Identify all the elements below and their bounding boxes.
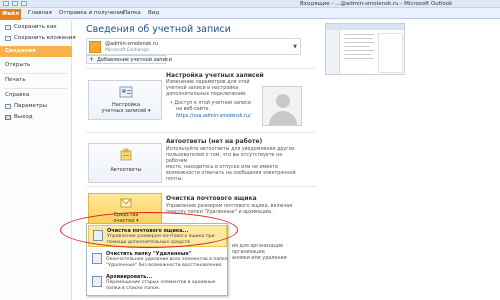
auto-replies-button[interactable]: Автоответы bbox=[88, 143, 162, 183]
account-settings-button[interactable]: Настройка учетных записей ▾ bbox=[88, 80, 162, 120]
preview-line bbox=[344, 46, 370, 47]
page-title: Сведения об учетной записи bbox=[86, 24, 231, 35]
nav-help[interactable]: Справка bbox=[0, 90, 72, 101]
account-email: @admin-smolensk.ru bbox=[105, 41, 158, 47]
preview-line bbox=[344, 54, 371, 55]
auto-replies-desc: Используйте автоответы для уведомления д… bbox=[166, 147, 296, 182]
nav-divider bbox=[4, 73, 68, 74]
avatar-body bbox=[269, 111, 297, 125]
preview-line bbox=[344, 42, 374, 43]
preview-line bbox=[344, 38, 372, 39]
nav-print[interactable]: Печать bbox=[0, 75, 72, 86]
nav-open[interactable]: Открыть bbox=[0, 60, 72, 71]
options-icon bbox=[5, 104, 11, 109]
nav-label: Параметры bbox=[14, 103, 47, 109]
tab-folder[interactable]: Папка bbox=[123, 10, 141, 16]
cleanup-title: Очистка почтового ящика bbox=[166, 195, 257, 202]
owa-link[interactable]: https://sva.admin-smolensk.ru/ bbox=[176, 114, 251, 119]
save-as-icon bbox=[5, 25, 11, 30]
outlook-icon bbox=[3, 1, 9, 6]
auto-replies-icon bbox=[120, 148, 132, 161]
auto-replies-title: Автоответы (нет на работе) bbox=[166, 138, 263, 145]
window-title: Входящие - ...@admin-smolensk.ru - Micro… bbox=[300, 1, 453, 7]
section-divider bbox=[86, 186, 316, 187]
preview-line bbox=[344, 58, 374, 59]
undo-icon[interactable] bbox=[21, 1, 27, 6]
section-divider bbox=[86, 132, 316, 133]
archive-icon bbox=[92, 276, 102, 287]
nav-options[interactable]: Параметры bbox=[0, 101, 72, 112]
cleanup-tools-icon bbox=[120, 198, 132, 208]
account-type: Microsoft Exchange bbox=[105, 48, 149, 53]
attachments-icon bbox=[5, 36, 11, 41]
section-divider bbox=[86, 68, 316, 69]
add-account-button[interactable]: + Добавление учетной записи bbox=[86, 55, 172, 64]
preview-folder-pane bbox=[326, 30, 340, 74]
nav-divider bbox=[4, 88, 68, 89]
account-settings-label: Настройка учетных записей ▾ bbox=[101, 102, 151, 114]
nav-label: Сохранить вложения bbox=[14, 35, 76, 41]
exit-icon bbox=[5, 115, 11, 120]
nav-label: Сохранить как bbox=[14, 24, 57, 30]
avatar-head bbox=[276, 94, 290, 108]
menu-item-desc: Окончательное удаление всех элементов в … bbox=[106, 257, 228, 268]
nav-save-as[interactable]: Сохранить как bbox=[0, 22, 72, 33]
tab-send-receive[interactable]: Отправка и получение bbox=[59, 10, 125, 16]
account-settings-icon bbox=[119, 86, 133, 98]
nav-info[interactable]: Сведения bbox=[0, 46, 72, 57]
avatar[interactable] bbox=[262, 86, 302, 126]
preview-line bbox=[344, 50, 374, 51]
web-access-bullet: • Доступ к этой учетной записи на веб-са… bbox=[170, 101, 252, 112]
menu-item-archive[interactable]: Архивировать... Перемещение старых элеме… bbox=[88, 272, 227, 294]
backstage-nav: Сохранить как Сохранить вложения Сведени… bbox=[0, 20, 76, 300]
auto-replies-label: Автоответы bbox=[110, 167, 142, 173]
outlook-preview-thumbnail bbox=[325, 23, 405, 75]
tab-home[interactable]: Главная bbox=[28, 10, 52, 16]
account-settings-title: Настройка учетных записей bbox=[166, 72, 264, 79]
ribbon-tabs: Главная Отправка и получение Папка Вид bbox=[0, 8, 500, 19]
preview-reading-pane bbox=[378, 33, 403, 73]
tab-view[interactable]: Вид bbox=[148, 10, 159, 16]
tab-file[interactable]: Файл bbox=[0, 9, 21, 20]
nav-exit[interactable]: Выход bbox=[0, 112, 72, 123]
exchange-account-icon bbox=[89, 41, 101, 53]
plus-icon: + bbox=[89, 56, 95, 63]
menu-item-empty-deleted[interactable]: Очистить папку "Удаленные" Окончательное… bbox=[88, 249, 228, 271]
rules-desc-partial: ия для организации организации ановки ил… bbox=[232, 244, 287, 261]
preview-line bbox=[344, 34, 374, 35]
add-account-label: Добавление учетной записи bbox=[97, 57, 172, 63]
title-bar: Входящие - ...@admin-smolensk.ru - Micro… bbox=[0, 0, 500, 8]
red-highlight-ellipse bbox=[60, 212, 238, 248]
account-selector[interactable]: @admin-smolensk.ru Microsoft Exchange ▼ bbox=[86, 38, 301, 55]
send-receive-icon[interactable] bbox=[12, 1, 18, 6]
menu-item-desc: Перемещение старых элементов в архивные … bbox=[106, 280, 216, 291]
chevron-down-icon: ▼ bbox=[293, 44, 297, 50]
nav-label: Выход bbox=[14, 114, 33, 120]
nav-save-attachments[interactable]: Сохранить вложения bbox=[0, 33, 76, 44]
empty-deleted-folder-icon bbox=[92, 253, 102, 264]
